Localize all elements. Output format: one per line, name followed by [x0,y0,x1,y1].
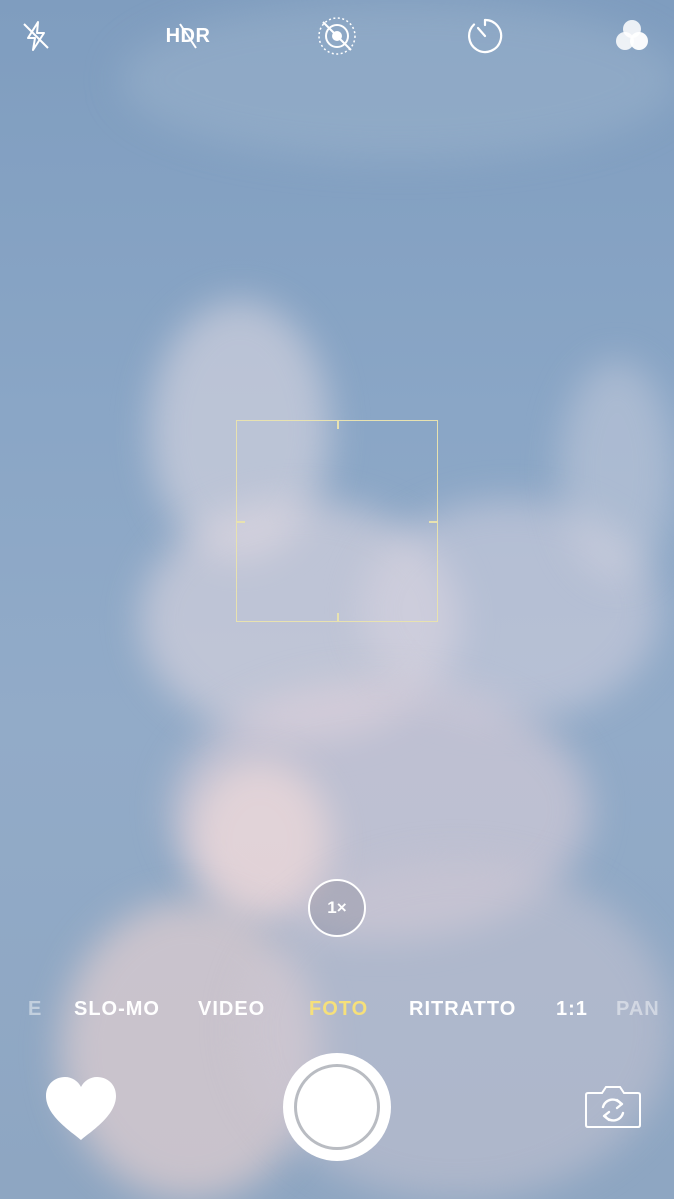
heart-icon [46,1077,116,1140]
shutter-inner-ring [294,1064,380,1150]
focus-box [236,420,438,622]
flash-off-button[interactable] [14,14,58,58]
live-photo-off-icon [318,17,356,55]
mode-ritratto[interactable]: RITRATTO [409,998,516,1021]
live-photo-toggle[interactable] [315,14,359,58]
focus-tick-bottom [337,613,339,621]
filters-button[interactable] [610,14,654,58]
timer-icon [468,18,503,54]
switch-camera-icon [585,1086,641,1128]
cloud-shape [170,680,590,940]
mode-square[interactable]: 1:1 [556,998,588,1021]
flash-off-icon [23,21,49,51]
shutter-button[interactable] [283,1053,391,1161]
cloud-shape [560,360,674,580]
focus-tick-top [337,421,339,429]
cloud-shape [190,760,330,920]
hdr-strike-icon [179,23,197,49]
mode-video[interactable]: VIDEO [198,998,265,1021]
camera-viewfinder[interactable]: HDR 1× E [0,0,674,1199]
mode-time-lapse[interactable]: E [28,998,42,1021]
filters-icon [616,20,648,50]
mode-pano[interactable]: PAN [616,998,660,1021]
hdr-toggle[interactable]: HDR [160,14,216,58]
switch-camera-button[interactable] [582,1083,644,1131]
mode-foto[interactable]: FOTO [309,998,368,1021]
mode-slo-mo[interactable]: SLO-MO [74,998,160,1021]
zoom-button[interactable]: 1× [308,879,366,937]
focus-tick-left [237,521,245,523]
last-photo-thumbnail[interactable] [42,1074,120,1144]
focus-tick-right [429,521,437,523]
timer-button[interactable] [463,14,507,58]
mode-selector[interactable]: E SLO-MO VIDEO FOTO RITRATTO 1:1 PAN [0,998,674,1028]
cloud-shape [60,900,320,1199]
